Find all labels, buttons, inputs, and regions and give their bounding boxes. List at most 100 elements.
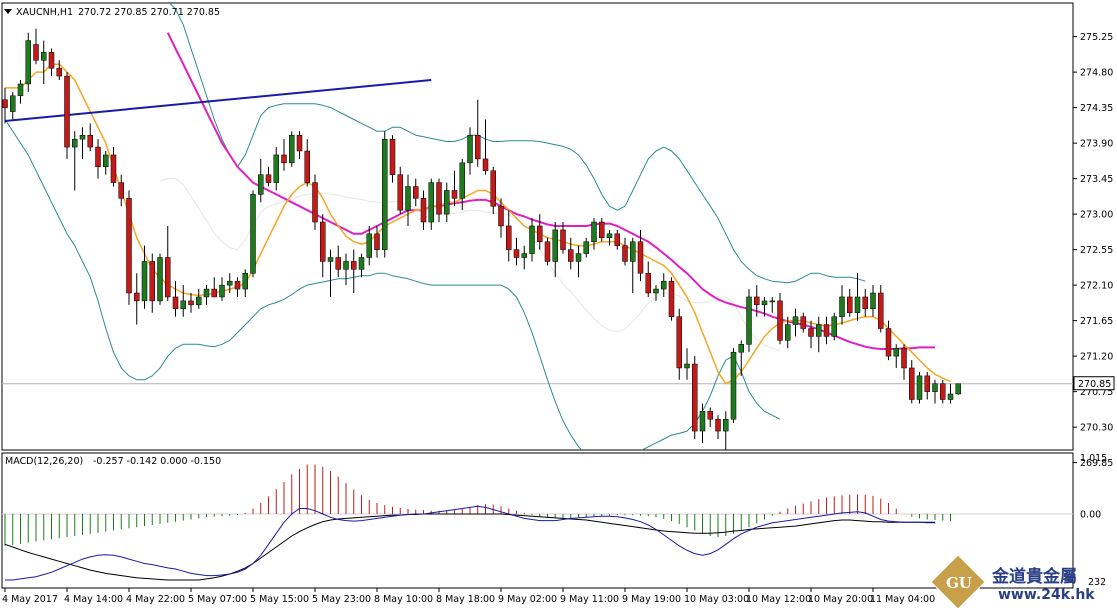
- candle: [692, 356, 698, 439]
- candle-body: [792, 316, 799, 325]
- candle: [746, 289, 752, 353]
- trading-chart: 275.25 274.80 274.35 273.90 273.45 273.00 272.…: [0, 0, 1117, 610]
- candle-body: [351, 261, 357, 270]
- candle-body: [940, 383, 946, 400]
- candle-body: [560, 229, 566, 250]
- candle-body: [405, 186, 411, 211]
- candle-body: [451, 190, 458, 199]
- candle-body: [250, 194, 256, 274]
- candle-body: [103, 154, 109, 168]
- candle-body: [583, 241, 589, 254]
- candle-body: [544, 241, 551, 262]
- candle-body: [273, 154, 279, 183]
- symbol-label: XAUCNH,H1: [16, 7, 73, 18]
- time-tick-label: 9 May 11:00: [560, 594, 619, 605]
- candle: [544, 237, 551, 266]
- time-tick-label: 5 May 15:00: [250, 594, 309, 605]
- candle-body: [397, 174, 403, 211]
- time-tick-label: 9 May 02:00: [498, 594, 557, 605]
- macd-tick-zero: 0.00: [1080, 510, 1101, 521]
- candle-body: [699, 411, 706, 432]
- candle-body: [234, 280, 241, 290]
- candle-body: [242, 273, 248, 290]
- candle: [428, 178, 434, 230]
- candle-body: [901, 347, 907, 369]
- candle-body: [909, 367, 915, 400]
- candle-body: [157, 257, 163, 302]
- candle-body: [506, 225, 512, 250]
- candle-body: [537, 225, 543, 242]
- candle-body: [692, 363, 698, 432]
- candle-body: [661, 280, 667, 290]
- candle-body: [645, 273, 651, 294]
- candle-body: [227, 280, 233, 286]
- time-tick-label: 8 May 10:00: [374, 594, 433, 605]
- macd-indicator-label: MACD(12,26,20): [5, 456, 83, 467]
- candle-body: [475, 134, 481, 160]
- candle-body: [374, 233, 380, 250]
- candle-body: [808, 328, 814, 337]
- candle-body: [854, 296, 861, 313]
- price-tick-label: 274.80: [1080, 68, 1113, 79]
- candle-body: [87, 134, 93, 148]
- candle-body: [33, 44, 39, 61]
- candle-body: [738, 344, 744, 353]
- candle: [382, 131, 388, 258]
- price-tick-label: 272.10: [1080, 281, 1113, 292]
- price-tick-label: 273.45: [1080, 174, 1113, 185]
- candle-body: [366, 233, 372, 258]
- candle-body: [606, 233, 613, 239]
- candle-body: [893, 347, 899, 357]
- candle-body: [777, 300, 783, 341]
- macd-header: MACD(12,26,20) -0.257 -0.142 0.000 -0.15…: [5, 456, 221, 467]
- candle-body: [149, 261, 155, 302]
- price-tick-label: 271.20: [1080, 352, 1113, 363]
- price-tick-label: 273.90: [1080, 139, 1113, 150]
- candle-body: [568, 249, 574, 262]
- time-tick-label: 5 May 23:00: [312, 594, 371, 605]
- candle-body: [436, 182, 442, 215]
- candle-body: [630, 241, 636, 262]
- candle-body: [513, 249, 520, 258]
- candle-body: [932, 383, 938, 392]
- candle-body: [258, 174, 264, 195]
- candle-body: [723, 418, 729, 432]
- price-tick-label: 270.30: [1080, 423, 1113, 434]
- candle-body: [382, 138, 388, 250]
- candle-body: [56, 67, 62, 77]
- time-tick-label: 10 May 12:00: [746, 594, 811, 605]
- candle-body: [48, 52, 55, 69]
- time-tick-label: 8 May 18:00: [436, 594, 495, 605]
- candle-body: [17, 83, 24, 97]
- chart-canvas: 275.25 274.80 274.35 273.90 273.45 273.00 272.…: [0, 0, 1117, 610]
- candle-body: [134, 292, 140, 302]
- current-price-label: 270.85: [1078, 379, 1111, 390]
- candle-body: [343, 261, 349, 270]
- candle-body: [622, 245, 628, 262]
- price-tick-label: 271.65: [1080, 316, 1113, 327]
- candle: [730, 348, 737, 424]
- candle-body: [769, 300, 775, 303]
- candle-body: [126, 198, 132, 294]
- candle-body: [746, 296, 752, 345]
- candle-body: [684, 363, 690, 369]
- time-tick-label: 4 May 14:00: [64, 594, 123, 605]
- candle-body: [79, 134, 86, 140]
- candle-body: [885, 328, 892, 357]
- candle-body: [95, 146, 101, 168]
- time-tick-label: 9 May 19:00: [622, 594, 681, 605]
- candle-body: [575, 253, 582, 262]
- price-tick-label: 272.55: [1080, 245, 1113, 256]
- candle-body: [335, 257, 341, 270]
- candle-body: [862, 296, 868, 310]
- candle-body: [552, 229, 558, 262]
- candle-body: [916, 375, 923, 400]
- candle-body: [389, 138, 396, 175]
- candle-body: [358, 257, 365, 270]
- price-tick-label: 275.25: [1080, 32, 1113, 43]
- time-tick-label: 5 May 07:00: [188, 594, 247, 605]
- candle-body: [10, 95, 16, 112]
- candle: [126, 190, 132, 305]
- candle-body: [320, 221, 326, 262]
- candle-body: [64, 75, 70, 148]
